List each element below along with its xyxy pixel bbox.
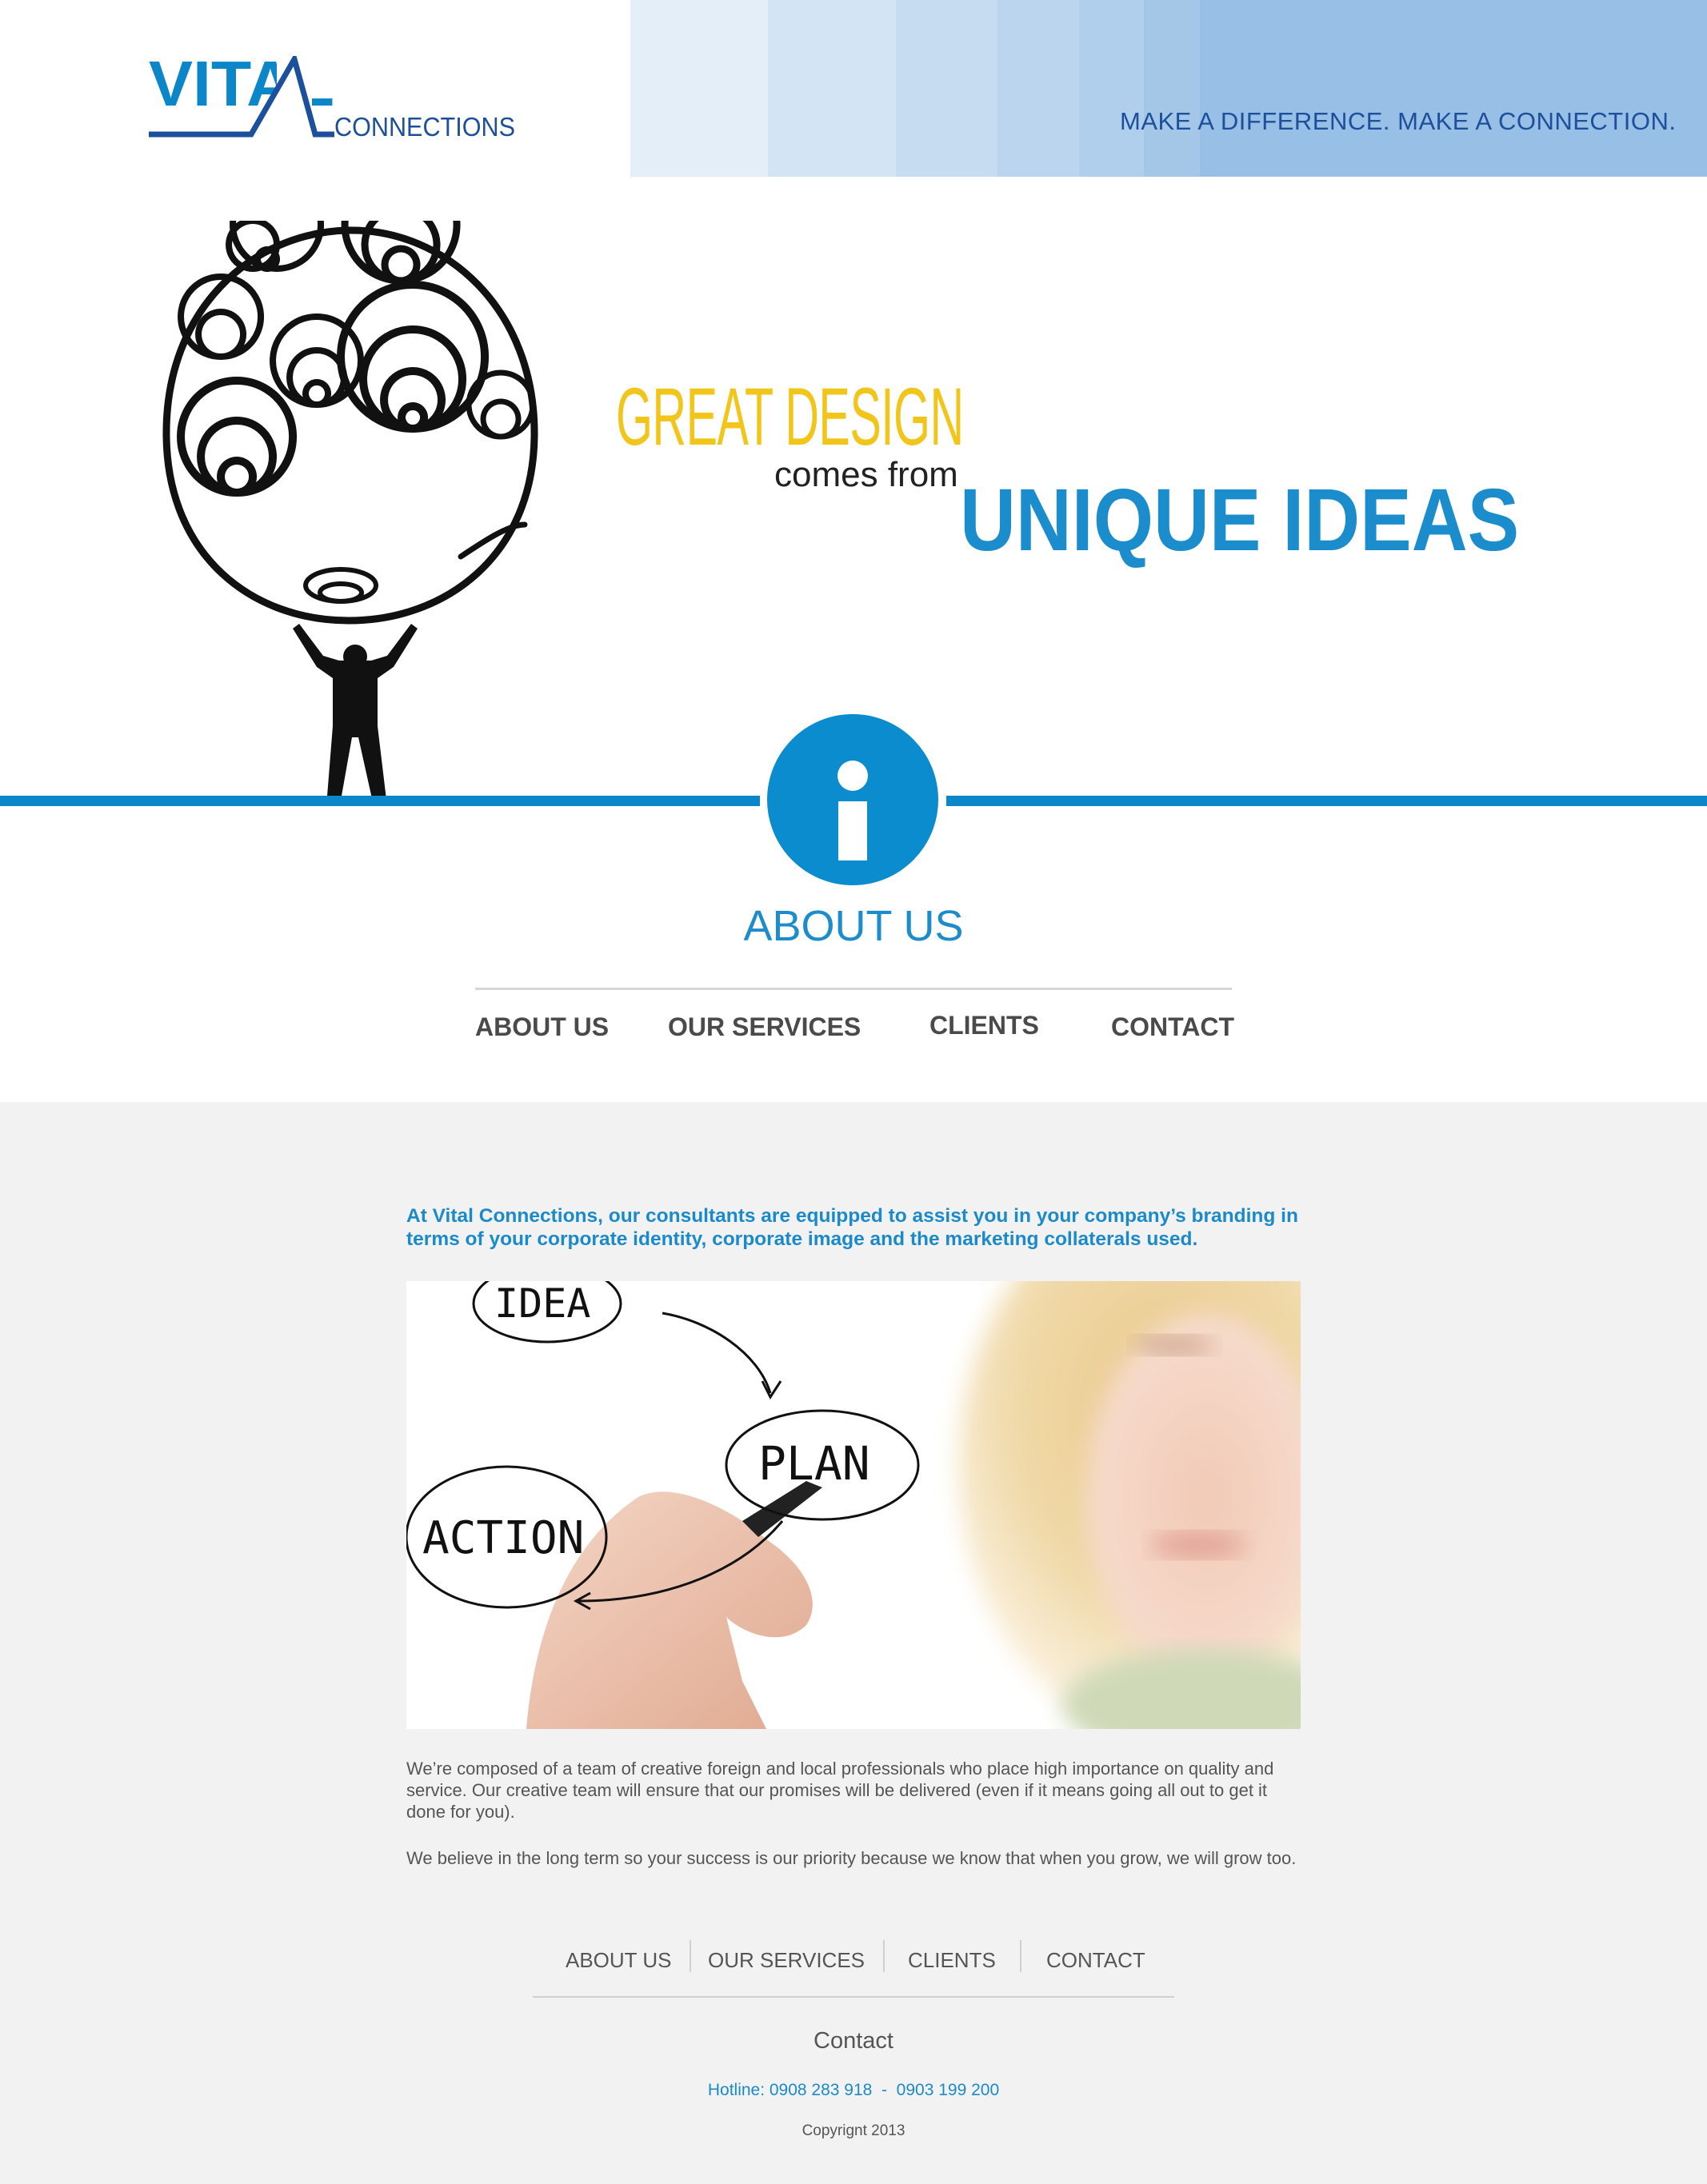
about-paragraph-1: We’re composed of a team of creative for… [406,1759,1274,1822]
logo-sub-text: CONNECTIONS [334,112,515,142]
divider-line-right [946,796,1707,806]
about-paragraph-2: We believe in the long term so your succ… [406,1848,1297,1868]
hero-unique-ideas: UNIQUE IDEAS [960,471,1520,569]
info-icon [767,714,938,885]
photo-word-action: ACTION [422,1512,584,1564]
header: VITAL CONNECTIONS MAKE A DIFFERENCE. MAK… [0,0,1707,177]
logo[interactable]: VITAL CONNECTIONS [149,56,533,144]
section-title: ABOUT US [743,902,964,950]
photo-word-plan: PLAN [758,1436,870,1491]
divider-line-left [0,796,760,806]
footer-nav-contact[interactable]: CONTACT [1046,1948,1145,1973]
header-stripe [630,0,768,177]
top-nav-rule [475,988,1232,990]
footer-contact-heading: Contact [814,2028,893,2054]
nav-our-services[interactable]: OUR SERVICES [668,1012,861,1042]
header-stripe [768,0,896,177]
footer-hotline: Hotline: 0908 283 918 - 0903 199 200 [707,2081,1000,2099]
logo-mark-icon: VITAL CONNECTIONS [149,56,515,142]
footer-nav-separator [690,1940,691,1972]
footer-nav-clients[interactable]: CLIENTS [908,1948,996,1973]
photo-word-idea: IDEA [494,1281,590,1327]
photo-illustration: IDEA PLAN ACTION [406,1281,1301,1729]
tagline: MAKE A DIFFERENCE. MAKE A CONNECTION. [1120,107,1677,135]
header-stripe [896,0,997,177]
header-stripe [1079,0,1144,177]
footer-nav-about-us[interactable]: ABOUT US [566,1948,671,1973]
header-stripe [1200,0,1707,177]
page: VITAL CONNECTIONS MAKE A DIFFERENCE. MAK… [0,0,1707,2184]
nav-contact[interactable]: CONTACT [1111,1012,1234,1042]
hero-comes-from: comes from [774,455,958,494]
nav-about-us[interactable]: ABOUT US [475,1012,609,1042]
header-stripe [997,0,1079,177]
header-gradient-stripes [630,0,1707,177]
footer-nav-our-services[interactable]: OUR SERVICES [708,1948,865,1973]
footer-copyright: Copyrignt 2013 [802,2122,905,2139]
header-stripe [1144,0,1200,177]
intro-text: At Vital Connections, our consultants ar… [406,1205,1298,1250]
hero-great-design: GREAT DESIGN [616,371,964,462]
footer-nav-separator [883,1940,885,1972]
swirl-tree-person-icon [162,221,538,803]
idea-plan-action-photo: IDEA PLAN ACTION [406,1281,1301,1729]
footer-nav-separator [1020,1940,1021,1972]
nav-clients[interactable]: CLIENTS [929,1011,1039,1040]
footer-rule [533,1996,1174,1998]
